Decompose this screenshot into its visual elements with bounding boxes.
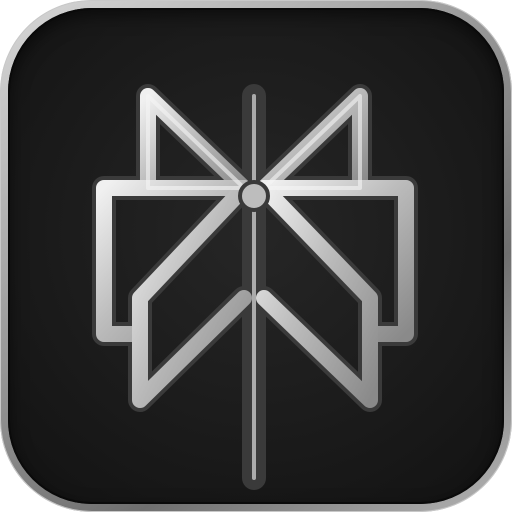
logo-highlight [146,94,362,480]
logo-center-node [238,180,270,212]
icon-background [8,8,504,504]
geometric-star-logo-icon [92,84,418,490]
app-icon[interactable] [0,0,512,512]
